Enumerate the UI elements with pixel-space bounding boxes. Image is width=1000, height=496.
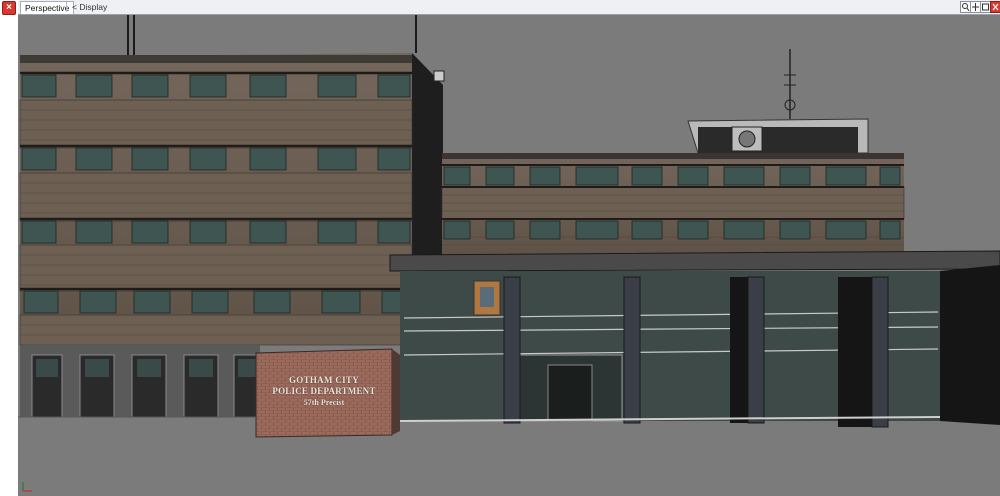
viewport-toolbar: Perspective < Display <box>18 0 1000 15</box>
close-icon[interactable] <box>990 1 1000 13</box>
antenna-masts <box>127 15 417 55</box>
sign-text: GOTHAM CITY POLICE DEPARTMENT 57th Preci… <box>256 375 392 408</box>
ground-floor-bays <box>20 345 261 418</box>
scene-render <box>18 15 1000 438</box>
sign-line-department: POLICE DEPARTMENT <box>272 386 376 396</box>
main-tower <box>19 53 445 350</box>
sign-line-precinct: 57th Precist <box>303 398 345 407</box>
tab-display[interactable]: < Display <box>68 1 111 13</box>
lobby-entrance <box>389 250 1000 428</box>
close-viewport-icon[interactable]: × <box>2 1 16 15</box>
wing-building <box>441 49 905 255</box>
left-dock-strip: × <box>0 0 19 496</box>
axis-gizmo-icon <box>22 482 32 492</box>
3d-viewport[interactable]: GOTHAM CITY POLICE DEPARTMENT 57th Preci… <box>18 15 1000 496</box>
sign-line-city: GOTHAM CITY <box>288 375 360 385</box>
tab-separator <box>66 2 67 12</box>
viewport-window: × Perspective < Display GOTHAM CITY POLI… <box>0 0 1000 496</box>
